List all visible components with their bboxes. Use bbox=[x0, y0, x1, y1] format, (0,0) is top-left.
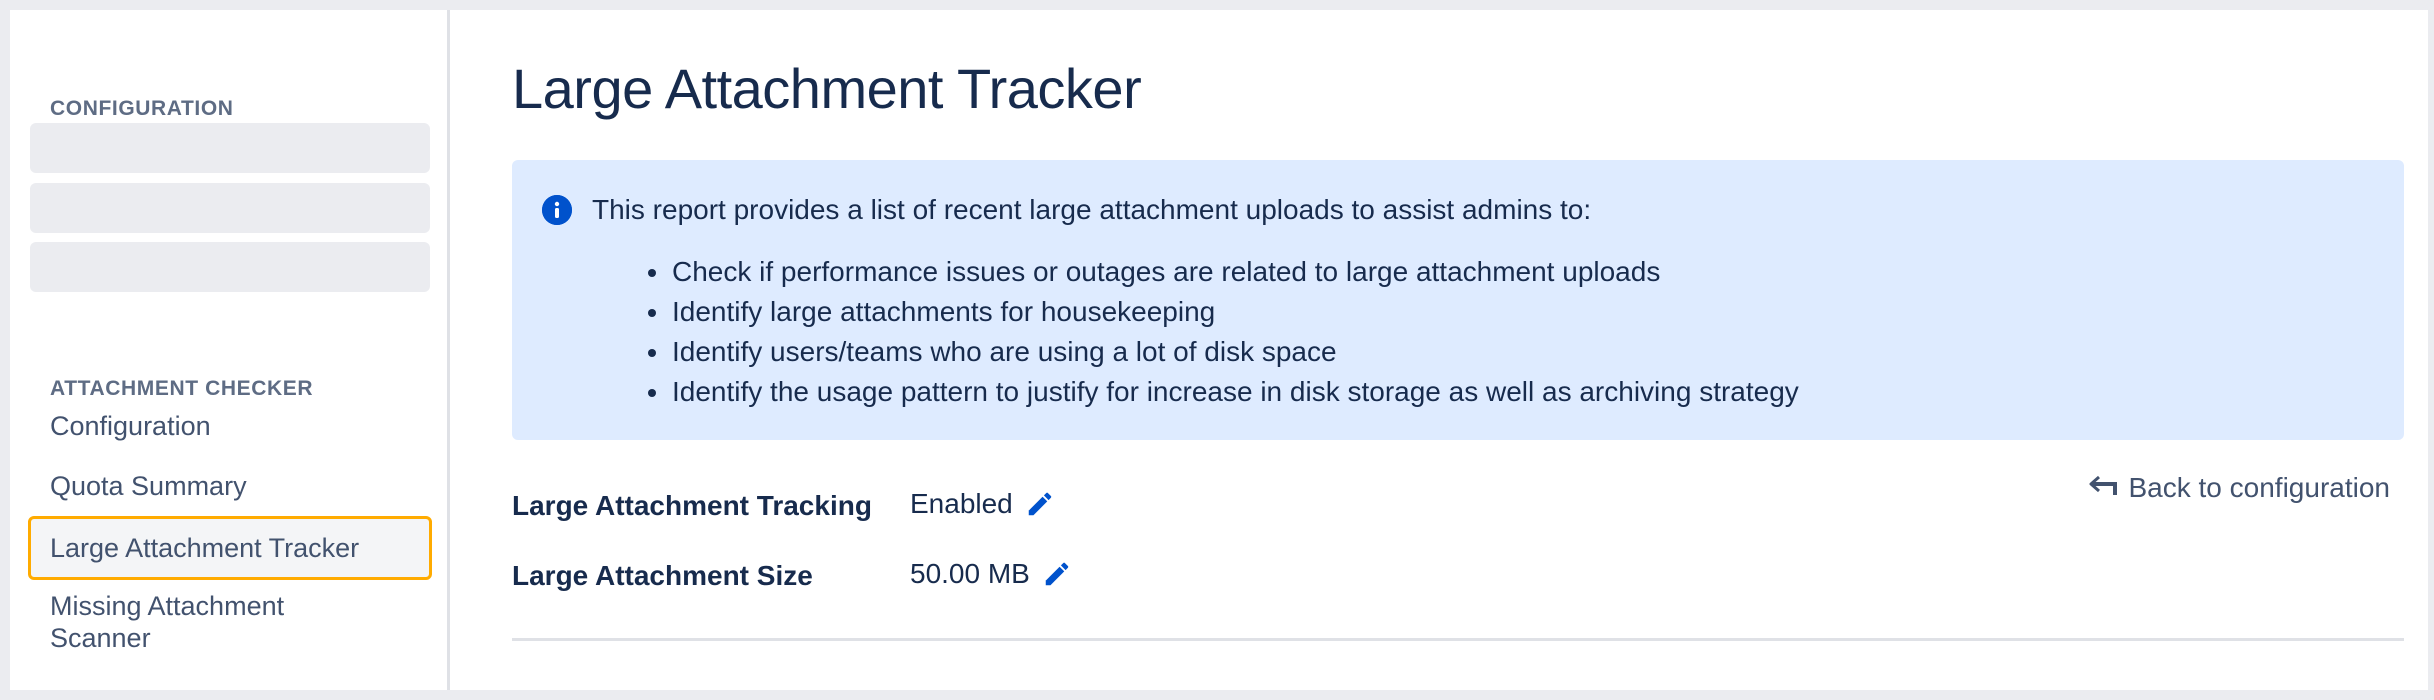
tracking-label: Large Attachment Tracking bbox=[512, 490, 872, 521]
attachment-checker-heading: ATTACHMENT CHECKER bbox=[50, 377, 314, 400]
sidebar-placeholder-item[interactable] bbox=[30, 242, 430, 292]
info-bullet-list: Check if performance issues or outages a… bbox=[648, 252, 1799, 412]
sidebar-item-quota-summary[interactable]: Quota Summary bbox=[28, 470, 432, 502]
tracking-value: Enabled bbox=[910, 488, 1013, 519]
sidebar-placeholder-item[interactable] bbox=[30, 123, 430, 173]
sidebar-item-configuration[interactable]: Configuration bbox=[28, 410, 432, 442]
tracking-setting: Enabled bbox=[910, 488, 1055, 520]
info-bullet: Identify the usage pattern to justify fo… bbox=[648, 372, 1799, 412]
configuration-heading: CONFIGURATION bbox=[50, 97, 234, 120]
back-arrow-icon bbox=[2089, 472, 2119, 504]
sidebar-placeholder-item[interactable] bbox=[30, 183, 430, 233]
size-label: Large Attachment Size bbox=[512, 560, 813, 591]
size-value: 50.00 MB bbox=[910, 558, 1030, 589]
info-bullet: Identify large attachments for housekeep… bbox=[648, 292, 1799, 332]
sidebar: CONFIGURATION ATTACHMENT CHECKER Configu… bbox=[10, 10, 450, 690]
info-bullet: Identify users/teams who are using a lot… bbox=[648, 332, 1799, 372]
info-icon bbox=[542, 195, 572, 225]
info-bullet: Check if performance issues or outages a… bbox=[648, 252, 1799, 292]
back-to-configuration-link[interactable]: Back to configuration bbox=[2089, 472, 2391, 504]
size-setting: 50.00 MB bbox=[910, 558, 1072, 590]
sidebar-item-large-attachment-tracker[interactable]: Large Attachment Tracker bbox=[28, 516, 432, 580]
section-divider bbox=[512, 638, 2404, 641]
main-content: Large Attachment Tracker This report pro… bbox=[512, 10, 2412, 690]
edit-tracking-pencil-icon[interactable] bbox=[1025, 489, 1055, 519]
sidebar-item-missing-attachment-scanner[interactable]: Missing Attachment Scanner bbox=[28, 590, 358, 654]
info-intro-text: This report provides a list of recent la… bbox=[592, 194, 1592, 225]
page-title: Large Attachment Tracker bbox=[512, 57, 1142, 120]
info-panel: This report provides a list of recent la… bbox=[512, 160, 2404, 440]
edit-size-pencil-icon[interactable] bbox=[1042, 559, 1072, 589]
app-frame: CONFIGURATION ATTACHMENT CHECKER Configu… bbox=[10, 10, 2428, 690]
back-link-label: Back to configuration bbox=[2128, 472, 2391, 503]
